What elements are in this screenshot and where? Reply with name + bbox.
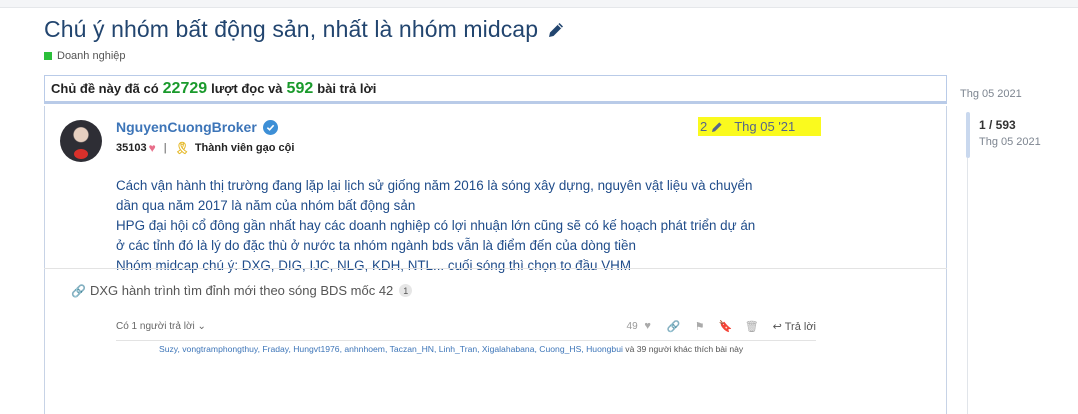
summary-prefix: Chủ đề này đã có	[51, 81, 159, 96]
linked-topic-title[interactable]: DXG hành trình tìm đỉnh mới theo sóng BD…	[90, 283, 393, 298]
post-content: Cách vận hành thị trường đang lặp lại lị…	[116, 176, 816, 276]
user-badge[interactable]: Thành viên gạo cội	[195, 142, 295, 154]
post-date-highlight: 2 Thg 05 '21	[698, 117, 821, 136]
timeline-rail[interactable]	[967, 158, 968, 414]
likes-summary: Suzy, vongtramphongthuy, Fraday, Hungvt1…	[116, 340, 816, 354]
post-divider	[44, 268, 947, 269]
link-icon: 🔗	[71, 283, 86, 298]
chevron-down-icon: ⌄	[197, 321, 206, 332]
replies-toggle[interactable]: Có 1 người trả lời ⌄	[116, 321, 206, 332]
replies-count: 592	[286, 79, 314, 97]
topic-title-row: Chú ý nhóm bất động sản, nhất là nhóm mi…	[44, 16, 566, 43]
reply-label: Trả lời	[784, 320, 816, 333]
timeline-current-date: Thg 05 2021	[979, 136, 1041, 148]
top-header-strip	[0, 0, 1078, 8]
timeline-position: 1 / 593	[979, 118, 1016, 132]
verified-check-icon	[262, 119, 278, 135]
summary-suffix: bài trả lời	[317, 81, 377, 96]
post-line: HPG đại hội cổ đông gần nhất hay các doa…	[116, 218, 756, 233]
topic-stats-summary: Chủ đề này đã có 22729 lượt đọc và 592 b…	[44, 75, 947, 104]
edit-history-pencil-icon[interactable]	[710, 120, 724, 134]
username-row: NguyenCuongBroker	[116, 119, 278, 135]
user-score: 35103	[116, 142, 147, 154]
post-line: dần qua năm 2017 là năm của nhóm bất độn…	[116, 198, 416, 213]
post-line: Cách vận hành thị trường đang lặp lại lị…	[116, 178, 753, 193]
username-link[interactable]: NguyenCuongBroker	[116, 119, 257, 135]
liker-names[interactable]: Suzy, vongtramphongthuy, Fraday, Hungvt1…	[159, 344, 623, 354]
delete-trash-icon[interactable]: 🗑	[745, 319, 759, 333]
bookmark-icon[interactable]: 🔖	[719, 319, 733, 333]
reply-button[interactable]: ↩ Trả lời	[773, 320, 816, 333]
timeline-scroll-handle[interactable]	[966, 112, 970, 158]
flag-icon[interactable]: ⚑	[693, 319, 707, 333]
category-label: Doanh nghiệp	[57, 50, 126, 62]
summary-middle: lượt đọc và	[211, 81, 283, 96]
post-card: NguyenCuongBroker 35103 ♥ | 🎗 Thành viên…	[44, 106, 947, 414]
views-count: 22729	[162, 79, 208, 97]
linked-topic-count: 1	[399, 284, 413, 297]
post-line: ở các tỉnh đó là lý do đặc thù ở nước ta…	[116, 238, 636, 253]
heart-icon: ♥	[148, 141, 156, 155]
user-avatar[interactable]	[60, 120, 102, 162]
award-icon: 🎗	[174, 141, 190, 155]
topic-title[interactable]: Chú ý nhóm bất động sản, nhất là nhóm mi…	[44, 16, 538, 43]
reply-arrow-icon: ↩	[772, 320, 782, 333]
like-heart-icon[interactable]: ♥	[641, 319, 655, 333]
category-color-square	[44, 52, 52, 60]
post-actions: Có 1 người trả lời ⌄ 49 ♥ 🔗 ⚑ 🔖 🗑 ↩ Trả …	[116, 319, 816, 335]
topic-category[interactable]: Doanh nghiệp	[44, 50, 126, 62]
like-count[interactable]: 49	[627, 321, 638, 332]
post-date[interactable]: Thg 05 '21	[734, 119, 795, 134]
timeline-start-date[interactable]: Thg 05 2021	[960, 88, 1022, 100]
replies-toggle-label: Có 1 người trả lời	[116, 321, 195, 332]
linked-topic[interactable]: 🔗 DXG hành trình tìm đỉnh mới theo sóng …	[71, 283, 413, 298]
likes-suffix: và 39 người khác thích bài này	[625, 344, 744, 354]
post-line: Nhóm midcap chú ý: DXG, DIG, IJC, NLG, K…	[116, 258, 631, 273]
edit-count[interactable]: 2	[700, 119, 707, 134]
user-meta: 35103 ♥ | 🎗 Thành viên gạo cội	[116, 141, 294, 155]
share-link-icon[interactable]: 🔗	[667, 319, 681, 333]
edit-title-pencil-icon[interactable]	[546, 20, 566, 40]
meta-separator: |	[163, 142, 167, 154]
avatar-badge	[74, 149, 88, 159]
post-action-buttons: 49 ♥ 🔗 ⚑ 🔖 🗑 ↩ Trả lời	[627, 319, 816, 333]
